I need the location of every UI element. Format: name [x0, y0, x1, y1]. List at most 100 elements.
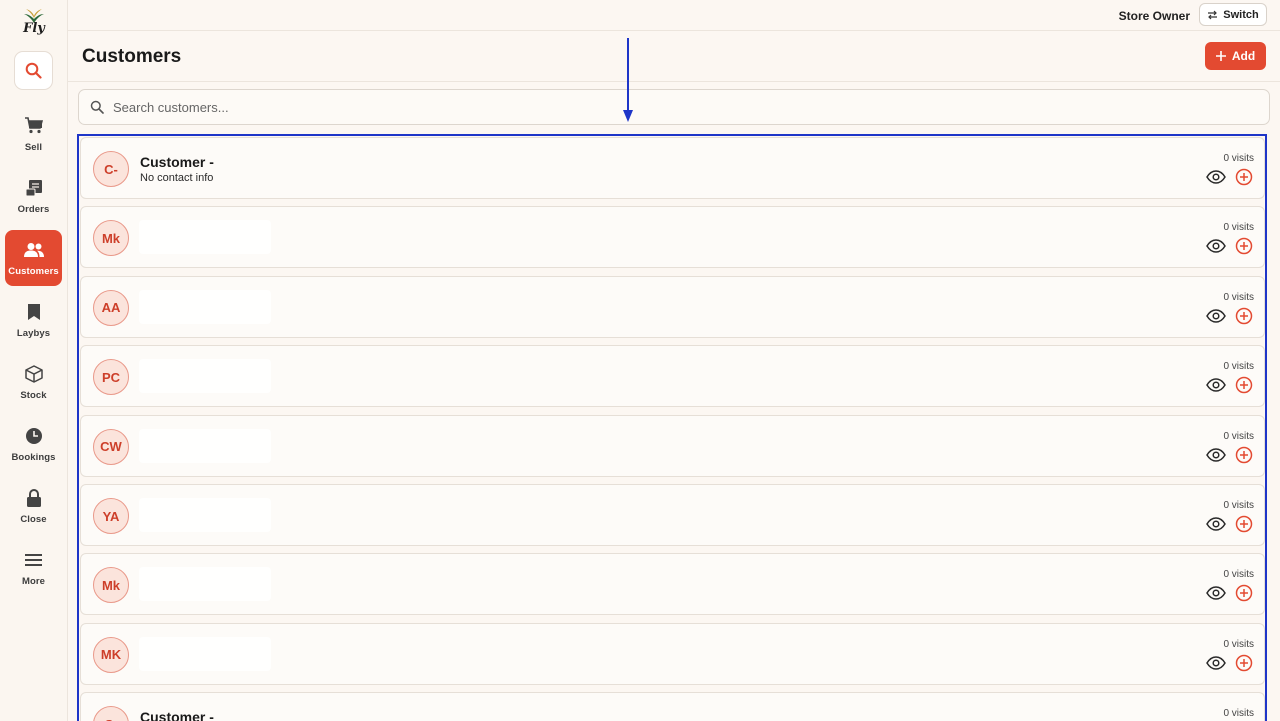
- customer-name: Customer -: [140, 709, 214, 721]
- customer-row[interactable]: C- Customer - No contact info 0 visits: [80, 137, 1265, 199]
- add-visit-button[interactable]: [1235, 584, 1253, 602]
- view-customer-button[interactable]: [1206, 655, 1226, 671]
- add-visit-button[interactable]: [1235, 654, 1253, 672]
- cart-icon: [24, 116, 43, 136]
- sidebar-item-label: Bookings: [11, 451, 56, 463]
- redacted-customer-name: [139, 567, 271, 602]
- add-label: Add: [1231, 49, 1256, 63]
- eye-icon: [1206, 656, 1226, 670]
- visit-count: 0 visits: [1223, 291, 1254, 303]
- global-search-button[interactable]: [14, 51, 53, 90]
- visit-count: 0 visits: [1223, 153, 1254, 164]
- sidebar-item-label: Customers: [8, 265, 59, 277]
- visit-count: 0 visits: [1223, 500, 1254, 511]
- customer-row[interactable]: PC 0 visits: [80, 345, 1265, 408]
- add-customer-button[interactable]: Add: [1205, 42, 1266, 70]
- sidebar-item-label: Laybys: [16, 327, 51, 339]
- view-customer-button[interactable]: [1206, 308, 1226, 324]
- customer-avatar: YA: [93, 498, 129, 534]
- eye-icon: [1206, 309, 1226, 323]
- customer-list[interactable]: C- Customer - No contact info 0 visits Mk 0 v…: [77, 134, 1267, 721]
- customer-row[interactable]: CW 0 visits: [80, 414, 1265, 477]
- redacted-customer-name: [139, 498, 271, 532]
- plus-circle-icon: [1235, 238, 1253, 255]
- sidebar-item-sell[interactable]: Sell: [5, 106, 62, 162]
- visit-count: 0 visits: [1223, 638, 1254, 650]
- customer-row[interactable]: YA 0 visits: [80, 484, 1265, 546]
- customer-row[interactable]: Mk 0 visits: [80, 206, 1265, 269]
- page-header: Customers Add: [68, 31, 1280, 82]
- customer-contact: No contact info: [140, 172, 214, 184]
- customer-avatar: MK: [93, 636, 129, 673]
- plus-circle-icon: [1235, 585, 1253, 602]
- plus-icon: [1215, 51, 1226, 61]
- sidebar-item-stock[interactable]: Stock: [5, 354, 62, 410]
- customer-row[interactable]: MK 0 visits: [80, 622, 1265, 685]
- view-customer-button[interactable]: [1206, 516, 1226, 532]
- sidebar-item-bookings[interactable]: Bookings: [5, 416, 62, 472]
- plus-circle-icon: [1235, 168, 1253, 186]
- add-visit-button[interactable]: [1235, 515, 1253, 533]
- customer-search-bar[interactable]: [78, 89, 1270, 125]
- visit-count: 0 visits: [1223, 430, 1254, 442]
- customer-row[interactable]: C- Customer - 0 visits: [80, 692, 1265, 721]
- redacted-customer-name: [139, 220, 271, 255]
- customer-name: Customer -: [140, 154, 214, 170]
- plus-circle-icon: [1235, 446, 1253, 463]
- bookmark-icon: [27, 302, 41, 322]
- eye-icon: [1206, 378, 1226, 392]
- customer-avatar: Mk: [93, 567, 129, 604]
- customer-avatar: CW: [93, 428, 129, 465]
- search-icon: [90, 100, 104, 114]
- fly-logo[interactable]: Fly: [19, 8, 49, 42]
- sidebar-item-label: Stock: [20, 389, 47, 401]
- customer-row[interactable]: Mk 0 visits: [80, 553, 1265, 616]
- redacted-customer-name: [139, 428, 271, 463]
- add-visit-button[interactable]: [1235, 307, 1253, 325]
- sidebar-item-orders[interactable]: Orders: [5, 168, 62, 224]
- sidebar-item-label: Close: [20, 513, 47, 525]
- plus-circle-icon: [1235, 654, 1253, 672]
- visit-count: 0 visits: [1223, 708, 1254, 720]
- menu-icon: [25, 550, 42, 570]
- customer-avatar: C-: [93, 151, 129, 187]
- clock-icon: [25, 426, 43, 446]
- eye-icon: [1206, 586, 1226, 601]
- sidebar-item-close[interactable]: Close: [5, 478, 62, 534]
- customer-search-input[interactable]: [113, 96, 1253, 118]
- customer-row[interactable]: AA 0 visits: [80, 275, 1265, 338]
- sidebar-item-label: Sell: [24, 141, 43, 153]
- sidebar-item-customers[interactable]: Customers: [5, 230, 62, 286]
- sidebar-item-more[interactable]: More: [5, 540, 62, 596]
- view-customer-button[interactable]: [1206, 169, 1226, 185]
- search-icon: [25, 62, 42, 79]
- redacted-customer-name: [139, 359, 271, 394]
- swap-icon: [1208, 10, 1218, 19]
- logo-text: Fly: [23, 21, 45, 36]
- view-customer-button[interactable]: [1206, 238, 1226, 254]
- switch-user-button[interactable]: Switch: [1199, 3, 1267, 26]
- view-customer-button[interactable]: [1206, 377, 1226, 393]
- sidebar: Fly Sell Orders Customers Laybys Stock B…: [0, 0, 68, 721]
- sidebar-item-label: More: [21, 575, 46, 587]
- add-visit-button[interactable]: [1235, 446, 1253, 464]
- add-visit-button[interactable]: [1235, 237, 1253, 255]
- box-icon: [24, 364, 43, 384]
- app-root: Fly Sell Orders Customers Laybys Stock B…: [0, 0, 1280, 721]
- visit-count: 0 visits: [1223, 222, 1254, 234]
- plus-circle-icon: [1235, 307, 1253, 325]
- user-role: Store Owner: [1118, 9, 1190, 23]
- sidebar-item-label: Orders: [17, 203, 50, 215]
- add-visit-button[interactable]: [1235, 168, 1253, 186]
- customer-avatar: Mk: [93, 220, 129, 257]
- visit-count: 0 visits: [1223, 569, 1254, 581]
- eye-icon: [1206, 170, 1226, 184]
- sidebar-item-laybys[interactable]: Laybys: [5, 292, 62, 348]
- plus-circle-icon: [1235, 376, 1253, 394]
- receipt-icon: [25, 178, 43, 198]
- add-visit-button[interactable]: [1235, 376, 1253, 394]
- view-customer-button[interactable]: [1206, 585, 1226, 601]
- view-customer-button[interactable]: [1206, 447, 1226, 463]
- eye-icon: [1206, 517, 1226, 531]
- customer-avatar: PC: [93, 359, 129, 396]
